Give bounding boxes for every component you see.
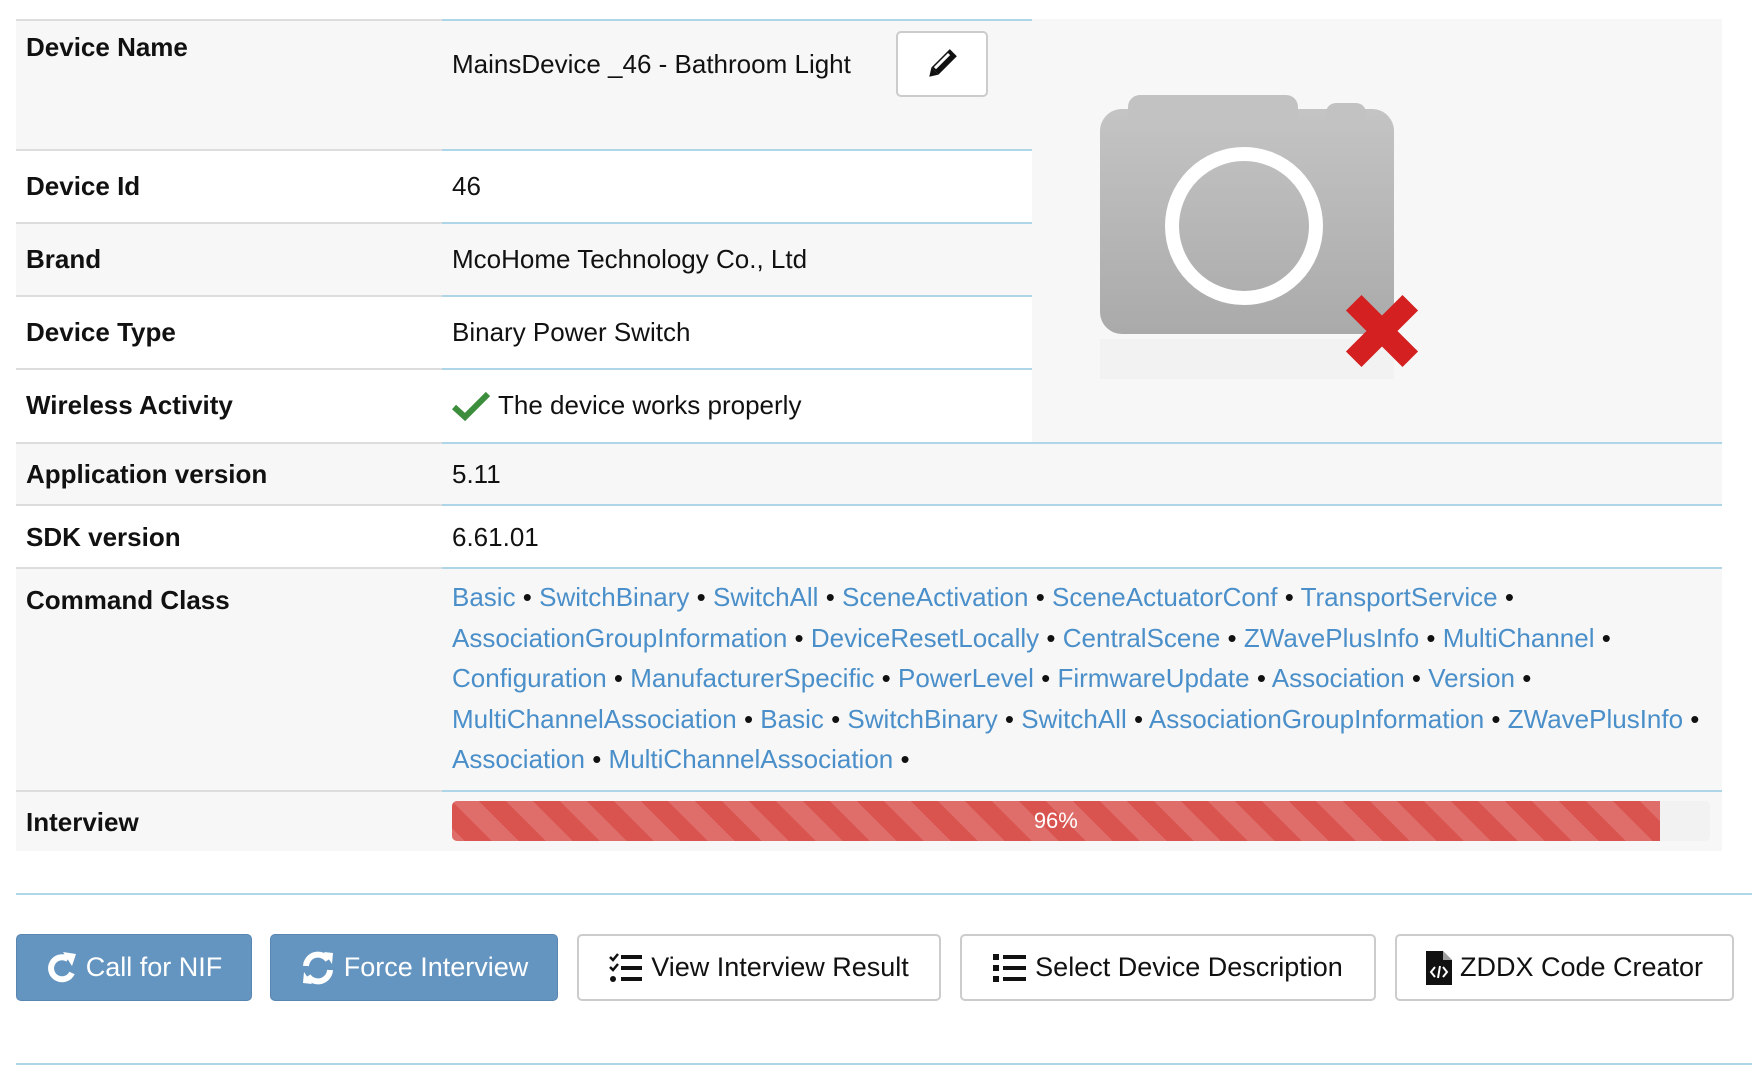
command-class-link[interactable]: Association <box>1272 663 1405 693</box>
row-sdk-version: SDK version 6.61.01 <box>16 504 1722 567</box>
view-interview-result-button[interactable]: View Interview Result <box>577 934 941 1001</box>
device-type-value: Binary Power Switch <box>452 317 691 347</box>
interview-progress-text: 96% <box>1033 808 1078 833</box>
command-class-link[interactable]: AssociationGroupInformation <box>452 623 787 653</box>
row-command-class: Command Class Basic • SwitchBinary • Swi… <box>16 567 1722 790</box>
row-application-version: Application version 5.11 <box>16 442 1722 504</box>
label-command-class: Command Class <box>26 585 230 615</box>
tasks-list-icon <box>609 952 643 982</box>
wireless-status: The device works properly <box>498 390 802 420</box>
pencil-icon <box>929 49 957 77</box>
command-class-link[interactable]: PowerLevel <box>898 663 1034 693</box>
row-device-type: Device Type Binary Power Switch <box>16 295 1032 368</box>
application-version-value: 5.11 <box>452 459 501 489</box>
command-class-link[interactable]: ZWavePlusInfo <box>1508 704 1683 734</box>
command-class-link[interactable]: SwitchAll <box>713 582 818 612</box>
interview-progress-fill: 96% <box>452 801 1660 841</box>
force-interview-button[interactable]: Force Interview <box>270 934 558 1001</box>
command-class-link[interactable]: FirmwareUpdate <box>1057 663 1249 693</box>
select-device-description-label: Select Device Description <box>1035 952 1343 982</box>
command-class-link[interactable]: Association <box>452 744 585 774</box>
command-class-link[interactable]: TransportService <box>1301 582 1498 612</box>
checkmark-icon <box>452 391 490 421</box>
command-class-link[interactable]: ZWavePlusInfo <box>1244 623 1419 653</box>
divider <box>16 893 1752 895</box>
command-class-list: Basic • SwitchBinary • SwitchAll • Scene… <box>452 582 1700 774</box>
sdk-version-value: 6.61.01 <box>452 522 539 552</box>
label-interview: Interview <box>26 807 139 837</box>
command-class-link[interactable]: MultiChannelAssociation <box>609 744 894 774</box>
refresh-icon <box>47 951 76 982</box>
command-class-link[interactable]: DeviceResetLocally <box>811 623 1039 653</box>
select-device-description-button[interactable]: Select Device Description <box>960 934 1376 1001</box>
device-name-value: MainsDevice _46 - Bathroom Light <box>452 49 851 79</box>
force-interview-label: Force Interview <box>343 952 529 982</box>
brand-value: McoHome Technology Co., Ltd <box>452 244 808 274</box>
device-id-value: 46 <box>452 171 481 201</box>
no-image-camera-icon <box>1100 95 1419 379</box>
view-interview-result-label: View Interview Result <box>651 952 909 982</box>
command-class-link[interactable]: SwitchBinary <box>539 582 689 612</box>
zddx-code-creator-label: ZDDX Code Creator <box>1459 952 1704 982</box>
command-class-link[interactable]: AssociationGroupInformation <box>1149 704 1484 734</box>
label-brand: Brand <box>26 244 102 274</box>
label-application-version: Application version <box>26 459 268 489</box>
label-wireless-activity: Wireless Activity <box>26 390 233 420</box>
command-class-link[interactable]: Configuration <box>452 663 607 693</box>
command-class-link[interactable]: SceneActivation <box>842 582 1028 612</box>
command-class-link[interactable]: Basic <box>452 582 516 612</box>
row-wireless-activity: Wireless Activity The device works prope… <box>16 368 1032 442</box>
label-sdk-version: SDK version <box>26 522 181 552</box>
command-class-link[interactable]: SwitchAll <box>1021 704 1126 734</box>
call-for-nif-label: Call for NIF <box>85 952 223 982</box>
sync-icon <box>302 951 333 984</box>
zddx-code-creator-button[interactable]: ZDDX Code Creator <box>1395 934 1734 1001</box>
command-class-link[interactable]: SceneActuatorConf <box>1052 582 1277 612</box>
divider-bottom <box>16 1063 1752 1065</box>
command-class-link[interactable]: Version <box>1428 663 1515 693</box>
list-icon <box>993 953 1027 982</box>
label-device-id: Device Id <box>26 171 141 201</box>
command-class-link[interactable]: MultiChannel <box>1443 623 1595 653</box>
edit-name-button[interactable] <box>896 31 988 97</box>
device-image <box>1032 19 1722 442</box>
file-code-icon <box>1425 950 1452 985</box>
call-for-nif-button[interactable]: Call for NIF <box>16 934 252 1001</box>
command-class-link[interactable]: SwitchBinary <box>847 704 997 734</box>
interview-progress-bar: 96% <box>452 801 1710 841</box>
command-class-link[interactable]: CentralScene <box>1063 623 1221 653</box>
row-brand: Brand McoHome Technology Co., Ltd <box>16 222 1032 295</box>
command-class-link[interactable]: MultiChannelAssociation <box>452 704 737 734</box>
row-device-id: Device Id 46 <box>16 149 1032 222</box>
label-device-name: Device Name <box>26 32 188 62</box>
label-device-type: Device Type <box>26 317 176 347</box>
command-class-link[interactable]: Basic <box>760 704 824 734</box>
command-class-link[interactable]: ManufacturerSpecific <box>630 663 874 693</box>
